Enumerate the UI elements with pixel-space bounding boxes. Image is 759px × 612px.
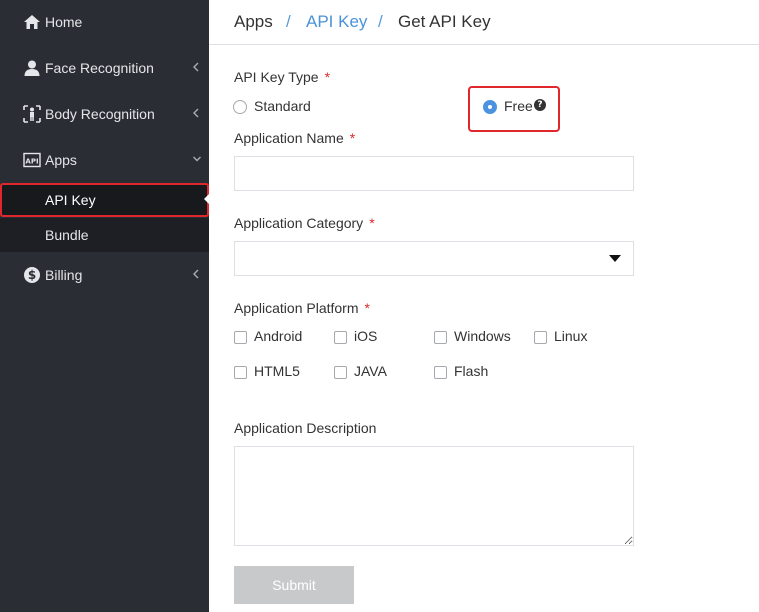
platform-label-flash: Flash <box>454 363 489 379</box>
standard-radio[interactable] <box>233 100 247 114</box>
sidebar-item-body-recognition[interactable]: Body Recognition <box>0 92 209 138</box>
home-icon <box>24 15 40 29</box>
platform-checkbox-ios[interactable] <box>334 331 347 344</box>
sidebar-item-apps[interactable]: API Apps <box>0 138 209 184</box>
platform-checkbox-flash[interactable] <box>434 366 447 379</box>
platform-checkbox-linux[interactable] <box>534 331 547 344</box>
sidebar-item-label: Apps <box>45 152 77 168</box>
caret-down-icon <box>609 255 621 262</box>
breadcrumb-api-key-link[interactable]: API Key <box>306 12 367 32</box>
svg-text:API: API <box>25 158 38 166</box>
platform-checkbox-windows[interactable] <box>434 331 447 344</box>
application-name-input[interactable] <box>234 156 634 191</box>
platform-label-ios: iOS <box>354 328 378 344</box>
dollar-icon: $ <box>24 267 40 283</box>
sidebar-item-face-recognition[interactable]: Face Recognition <box>0 46 209 92</box>
chevron-down-icon <box>193 156 201 162</box>
sidebar-item-label: Home <box>45 14 83 30</box>
platform-label-windows: Windows <box>454 328 511 344</box>
sidebar-item-home[interactable]: Home <box>0 0 209 46</box>
platform-label-linux: Linux <box>554 328 588 344</box>
api-key-type-label: API Key Type * <box>234 69 331 85</box>
breadcrumb-current: Get API Key <box>398 12 491 31</box>
application-description-textarea[interactable] <box>234 446 634 546</box>
sidebar: Home Face Recognition Body Recognition A… <box>0 0 209 612</box>
platform-checkbox-android[interactable] <box>234 331 247 344</box>
application-category-select[interactable] <box>234 241 634 276</box>
required-mark: * <box>349 130 356 146</box>
sidebar-subitem-bundle[interactable]: Bundle <box>0 218 209 252</box>
required-mark: * <box>369 215 375 231</box>
active-caret-icon <box>204 194 209 204</box>
breadcrumb-separator: / <box>378 12 383 31</box>
required-mark: * <box>324 69 331 85</box>
platform-label-java: JAVA <box>354 363 387 379</box>
sidebar-item-billing[interactable]: $ Billing <box>0 253 209 299</box>
breadcrumb-apps[interactable]: Apps <box>234 12 273 32</box>
platform-checkbox-java[interactable] <box>334 366 347 379</box>
sidebar-item-label: Body Recognition <box>45 106 155 122</box>
application-description-label: Application Description <box>234 420 377 436</box>
application-name-label: Application Name * <box>234 130 356 146</box>
api-icon: API <box>23 152 41 168</box>
breadcrumb: Apps / API Key / Get API Key <box>209 0 759 45</box>
free-radio[interactable] <box>483 100 497 114</box>
chevron-left-icon <box>193 62 199 72</box>
free-radio-label: Free <box>504 98 533 114</box>
platform-label-html5: HTML5 <box>254 363 300 379</box>
sidebar-subitem-label: API Key <box>45 192 96 208</box>
submit-button[interactable]: Submit <box>234 566 354 604</box>
sidebar-item-label: Billing <box>45 267 83 283</box>
application-platform-label: Application Platform * <box>234 300 370 316</box>
sidebar-subitem-label: Bundle <box>45 227 89 243</box>
standard-radio-label: Standard <box>254 98 311 114</box>
required-mark: * <box>364 300 370 316</box>
svg-text:$: $ <box>28 268 36 282</box>
user-icon <box>24 60 40 76</box>
chevron-left-icon <box>193 108 199 118</box>
sidebar-subitem-api-key[interactable]: API Key <box>0 183 209 217</box>
breadcrumb-separator: / <box>286 12 291 31</box>
question-circle-icon[interactable]: ? <box>534 99 546 111</box>
body-icon <box>23 105 41 123</box>
chevron-left-icon <box>193 269 199 279</box>
application-category-label: Application Category * <box>234 215 375 231</box>
sidebar-item-label: Face Recognition <box>45 60 154 76</box>
platform-checkbox-html5[interactable] <box>234 366 247 379</box>
platform-label-android: Android <box>254 328 303 344</box>
